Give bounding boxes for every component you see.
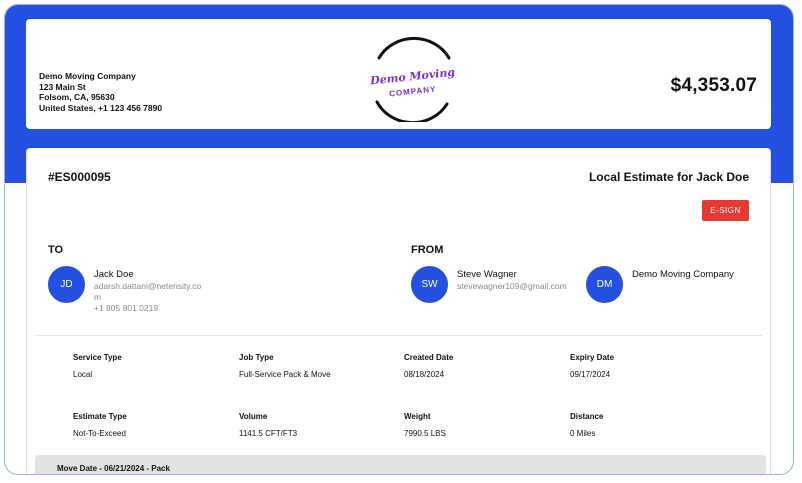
- distance-value: 0 Miles: [570, 429, 596, 438]
- company-header-card: Demo Moving Company 123 Main St Folsom, …: [26, 19, 771, 129]
- customer-email-line1: adarsh.dattani@netensity.co: [94, 281, 202, 291]
- company-street: 123 Main St: [39, 81, 86, 92]
- estimate-card: #ES000095 Local Estimate for Jack Doe E-…: [26, 148, 771, 474]
- company-address: Demo Moving Company 123 Main St Folsom, …: [39, 71, 162, 113]
- created-date-label: Created Date: [404, 353, 454, 362]
- job-type-value: Full-Service Pack & Move: [239, 370, 331, 379]
- expiry-date-label: Expiry Date: [570, 353, 615, 362]
- estimate-number: #ES000095: [48, 170, 111, 184]
- company-city: Folsom, CA, 95630: [39, 92, 115, 102]
- customer-avatar: JD: [48, 266, 85, 303]
- weight-value: 7990.5 LBS: [404, 429, 446, 438]
- service-type-label: Service Type: [73, 353, 122, 362]
- weight-label: Weight: [404, 412, 431, 421]
- company-avatar: DM: [586, 266, 623, 303]
- company-country-phone: United States, +1 123 456 7890: [39, 102, 163, 113]
- move-date-label: Move Date - 06/21/2024 - Pack: [57, 464, 170, 473]
- from-section-label: FROM: [411, 244, 444, 256]
- job-type-label: Job Type: [239, 353, 274, 362]
- expiry-date-value: 09/17/2024: [570, 370, 611, 379]
- customer-email-line2: m: [94, 292, 102, 302]
- esign-button[interactable]: E-SIGN: [702, 200, 749, 221]
- total-amount: $4,353.07: [670, 75, 757, 96]
- company-logo: Demo Moving COMPANY: [369, 36, 456, 122]
- volume-label: Volume: [239, 412, 268, 421]
- company-name: Demo Moving Company: [39, 71, 136, 81]
- service-type-value: Local: [73, 370, 93, 379]
- agent-avatar: SW: [411, 266, 448, 303]
- section-divider: [35, 335, 762, 336]
- from-company-name: Demo Moving Company: [632, 269, 734, 280]
- estimate-type-value: Not-To-Exceed: [73, 429, 126, 438]
- estimate-type-label: Estimate Type: [73, 412, 127, 421]
- estimate-title: Local Estimate for Jack Doe: [588, 170, 749, 184]
- logo-text-sub: COMPANY: [389, 85, 437, 99]
- agent-email: stevewagner109@gmail.com: [457, 281, 567, 291]
- volume-value: 1141.5 CFT/FT3: [239, 429, 298, 438]
- agent-name: Steve Wagner: [457, 269, 517, 280]
- created-date-value: 08/18/2024: [404, 370, 445, 379]
- logo-text-main: Demo Moving: [369, 66, 456, 88]
- move-date-bar[interactable]: Move Date - 06/21/2024 - Pack: [35, 455, 766, 474]
- to-section-label: TO: [48, 244, 64, 256]
- customer-email: adarsh.dattani@netensity.co m: [94, 281, 201, 303]
- estimate-frame: Demo Moving Company 123 Main St Folsom, …: [4, 4, 794, 475]
- customer-name: Jack Doe: [94, 269, 134, 280]
- customer-phone: +1 805 801 0219: [94, 303, 159, 313]
- distance-label: Distance: [570, 412, 604, 421]
